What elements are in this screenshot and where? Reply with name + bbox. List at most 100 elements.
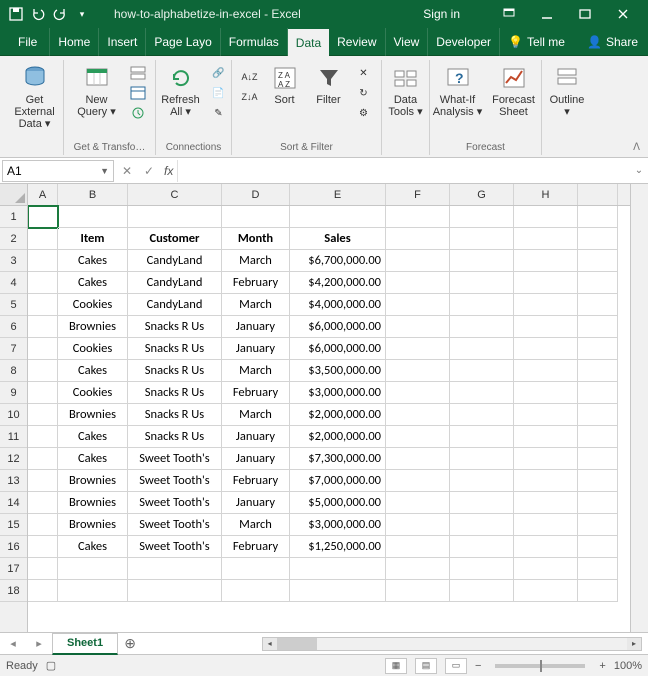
cell[interactable]	[578, 294, 618, 316]
col-header-A[interactable]: A	[28, 184, 58, 205]
cell[interactable]	[578, 382, 618, 404]
cell[interactable]: Snacks R Us	[128, 404, 222, 426]
cell[interactable]: March	[222, 404, 290, 426]
cell[interactable]	[450, 228, 514, 250]
cell[interactable]: CandyLand	[128, 250, 222, 272]
cell[interactable]: Cookies	[58, 294, 128, 316]
cell[interactable]	[128, 580, 222, 602]
forecast-sheet-button[interactable]: Forecast Sheet	[488, 60, 540, 118]
cell[interactable]: Snacks R Us	[128, 382, 222, 404]
cell[interactable]	[28, 206, 58, 228]
recent-sources-icon[interactable]	[127, 104, 149, 122]
cell[interactable]	[28, 558, 58, 580]
cell[interactable]	[514, 426, 578, 448]
connections-icon[interactable]: 🔗	[208, 64, 230, 82]
cell[interactable]	[578, 426, 618, 448]
row-header[interactable]: 3	[0, 250, 27, 272]
cell[interactable]: $3,500,000.00	[290, 360, 386, 382]
row-header[interactable]: 16	[0, 536, 27, 558]
sheet-nav-next-icon[interactable]: ▸	[26, 637, 52, 650]
cell[interactable]	[386, 250, 450, 272]
cell[interactable]	[450, 580, 514, 602]
cell[interactable]	[386, 382, 450, 404]
tab-view[interactable]: View	[386, 28, 429, 56]
cell[interactable]	[578, 272, 618, 294]
cell[interactable]	[514, 360, 578, 382]
col-header-H[interactable]: H	[514, 184, 578, 205]
filter-button[interactable]: Filter	[309, 60, 349, 122]
from-table-icon[interactable]	[127, 84, 149, 102]
cell[interactable]: Cookies	[58, 338, 128, 360]
row-header[interactable]: 12	[0, 448, 27, 470]
cell[interactable]	[386, 228, 450, 250]
cell[interactable]: Brownies	[58, 492, 128, 514]
whatif-button[interactable]: ? What-If Analysis ▾	[432, 60, 484, 118]
cell[interactable]: January	[222, 448, 290, 470]
cell[interactable]: Sweet Tooth's	[128, 448, 222, 470]
cell[interactable]	[290, 206, 386, 228]
maximize-button[interactable]	[566, 0, 604, 28]
row-header[interactable]: 8	[0, 360, 27, 382]
cell[interactable]	[514, 206, 578, 228]
cell[interactable]	[386, 470, 450, 492]
row-header[interactable]: 17	[0, 558, 27, 580]
get-external-data-button[interactable]: Get External Data ▾	[9, 60, 61, 130]
cell[interactable]	[578, 448, 618, 470]
cell[interactable]: Sweet Tooth's	[128, 492, 222, 514]
col-header-F[interactable]: F	[386, 184, 450, 205]
sort-asc-icon[interactable]: A↓Z	[239, 68, 261, 86]
row-header[interactable]: 6	[0, 316, 27, 338]
cell[interactable]	[514, 448, 578, 470]
tab-insert[interactable]: Insert	[99, 28, 146, 56]
cell[interactable]	[578, 580, 618, 602]
ribbon-options-icon[interactable]	[490, 0, 528, 28]
cell[interactable]	[290, 580, 386, 602]
horizontal-scrollbar[interactable]: ◂ ▸	[262, 637, 642, 651]
cell[interactable]	[128, 558, 222, 580]
undo-icon[interactable]	[28, 4, 48, 24]
cell[interactable]: Sweet Tooth's	[128, 536, 222, 558]
share-button[interactable]: 👤Share	[577, 35, 648, 49]
zoom-in-button[interactable]: +	[599, 660, 605, 672]
cell[interactable]	[28, 404, 58, 426]
cell[interactable]	[450, 404, 514, 426]
data-tools-button[interactable]: Data Tools ▾	[384, 60, 428, 118]
edit-links-icon[interactable]: ✎	[208, 104, 230, 122]
row-header[interactable]: 4	[0, 272, 27, 294]
add-sheet-button[interactable]: ⊕	[118, 635, 142, 652]
cell[interactable]: Cakes	[58, 250, 128, 272]
outline-button[interactable]: Outline ▾	[544, 60, 590, 118]
row-header[interactable]: 7	[0, 338, 27, 360]
scroll-thumb[interactable]	[277, 638, 317, 650]
cell[interactable]	[290, 558, 386, 580]
reapply-icon[interactable]: ↻	[353, 84, 375, 102]
cell[interactable]: February	[222, 382, 290, 404]
macro-record-icon[interactable]: ▢	[46, 659, 56, 672]
enter-formula-icon[interactable]: ✓	[138, 160, 160, 182]
cell[interactable]	[578, 250, 618, 272]
cell[interactable]: $2,000,000.00	[290, 404, 386, 426]
cell[interactable]	[28, 470, 58, 492]
cell[interactable]: Snacks R Us	[128, 360, 222, 382]
cell[interactable]: $1,250,000.00	[290, 536, 386, 558]
cell[interactable]	[578, 492, 618, 514]
name-box[interactable]: A1 ▼	[2, 160, 114, 182]
col-header-C[interactable]: C	[128, 184, 222, 205]
cell[interactable]	[222, 206, 290, 228]
cell[interactable]	[28, 272, 58, 294]
cell[interactable]	[450, 426, 514, 448]
row-header[interactable]: 9	[0, 382, 27, 404]
refresh-all-button[interactable]: Refresh All ▾	[158, 60, 204, 122]
cell[interactable]	[514, 272, 578, 294]
select-all-corner[interactable]	[0, 184, 27, 206]
cell[interactable]: February	[222, 470, 290, 492]
cell[interactable]	[386, 448, 450, 470]
cell[interactable]: Cookies	[58, 382, 128, 404]
cell[interactable]: Month	[222, 228, 290, 250]
cell[interactable]	[450, 514, 514, 536]
cell[interactable]: Brownies	[58, 470, 128, 492]
cell[interactable]	[222, 580, 290, 602]
cancel-formula-icon[interactable]: ✕	[116, 160, 138, 182]
cell[interactable]	[450, 382, 514, 404]
cell[interactable]	[578, 404, 618, 426]
